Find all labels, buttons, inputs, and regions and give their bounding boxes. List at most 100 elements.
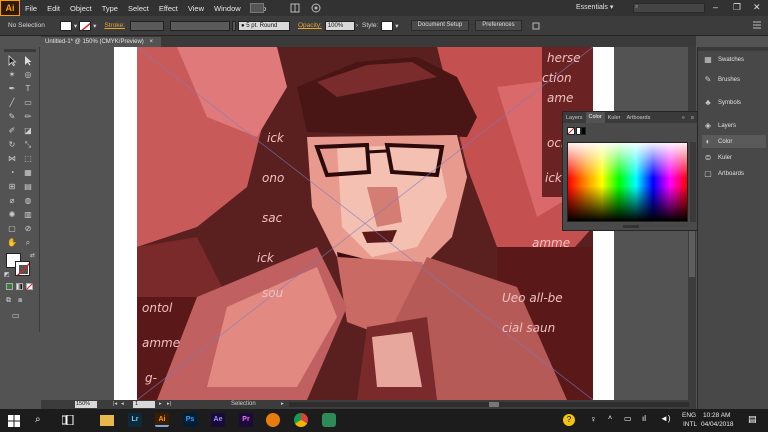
notifications-icon[interactable]: ▤ [748,414,757,425]
clock-date[interactable]: 04/04/2018 [701,421,734,428]
color-panel[interactable]: Layers Color Kuler Artboards » ≡ [562,111,698,231]
panel-scrollbar[interactable] [690,142,696,222]
lightroom-icon[interactable]: Lr [128,413,142,427]
menu-type[interactable]: Type [97,4,123,13]
color-mode-icon[interactable] [6,283,13,290]
artboard-number-field[interactable]: 1 [133,401,155,408]
illustrator-icon[interactable]: Ai [155,413,169,427]
chevron-down-icon[interactable]: ▾ [395,22,398,30]
volume-icon[interactable]: ◄) [660,414,671,423]
panel-menu-icon[interactable] [752,20,762,30]
menu-file[interactable]: File [20,4,42,13]
stroke-color-box[interactable] [15,261,30,276]
rotate-tool-icon[interactable]: ↻ [6,139,18,150]
artboard-nav-last[interactable]: ▸| [167,401,171,407]
help-icon[interactable]: ? [563,414,575,426]
scale-tool-icon[interactable]: ⤡ [22,139,34,150]
artboard-nav-first[interactable]: |◂ [113,401,117,407]
collapse-panel-icon[interactable]: » [679,115,688,121]
app-icon[interactable] [322,413,336,427]
panel-menu-icon[interactable]: ≡ [688,115,697,121]
network-icon[interactable]: ıl [642,414,646,423]
chevron-down-icon[interactable]: ▾ [74,22,77,30]
type-tool-icon[interactable]: T [22,83,34,94]
gradient-tool-icon[interactable]: ▤ [22,181,34,192]
blend-tool-icon[interactable]: ◍ [22,195,34,206]
current-tool-status[interactable]: Selection [231,401,256,407]
draw-inside-icon[interactable]: ⧈ [18,297,22,305]
stroke-swatch[interactable] [79,20,92,31]
symbol-sprayer-tool-icon[interactable]: ✺ [6,209,18,220]
blender-icon[interactable] [266,413,280,427]
dock-item-symbols[interactable]: ♣ Symbols [702,96,766,109]
artboard-tool-icon[interactable]: ▢ [6,223,18,234]
after-effects-icon[interactable]: Ae [211,413,225,427]
default-fill-stroke-icon[interactable]: ◩ [4,271,10,278]
preferences-button[interactable]: Preferences [475,20,522,31]
clock-time[interactable]: 10:28 AM [703,412,730,419]
language-indicator[interactable]: ENG [682,412,696,419]
photoshop-icon[interactable]: Ps [183,413,197,427]
gpu-performance-icon[interactable] [310,3,322,13]
menu-select[interactable]: Select [123,4,154,13]
premiere-icon[interactable]: Pr [239,413,253,427]
chevron-up-icon[interactable]: ˄ [608,415,612,422]
monitor-icon[interactable]: ▭ [624,414,632,423]
tab-layers[interactable]: Layers [563,115,586,121]
drawing-mode-icon[interactable]: ⧉ [6,297,11,305]
arrange-icon[interactable] [531,21,541,31]
opacity-field[interactable]: 100% [324,20,355,31]
keyboard-layout-indicator[interactable]: INTL [683,421,697,428]
close-tab-icon[interactable]: × [149,39,153,45]
slice-tool-icon[interactable]: ⊘ [22,223,34,234]
dock-item-kuler[interactable]: ⊜ Kuler [702,151,766,164]
line-segment-tool-icon[interactable]: ╱ [6,97,18,108]
dock-item-swatches[interactable]: ▦ Swatches [702,53,766,66]
direct-selection-tool-icon[interactable] [22,55,34,66]
chevron-right-icon[interactable]: › [356,22,358,29]
column-graph-tool-icon[interactable]: ▥ [22,209,34,220]
hand-tool-icon[interactable]: ✋ [6,237,18,248]
windows-start-icon[interactable] [8,415,20,427]
artboard-nav-prev[interactable]: ◂ [121,401,124,407]
none-mode-icon[interactable] [26,283,33,290]
eyedropper-tool-icon[interactable]: ⌀ [6,195,18,206]
file-explorer-icon[interactable] [100,415,114,426]
variable-width-profile[interactable] [169,20,230,31]
maximize-icon[interactable]: ❐ [733,2,741,13]
menu-view[interactable]: View [183,4,209,13]
horizontal-scrollbar[interactable] [289,402,689,407]
dock-item-brushes[interactable]: ✎ Brushes [702,73,766,86]
selection-tool-icon[interactable] [6,55,18,67]
menu-object[interactable]: Object [65,4,97,13]
free-transform-tool-icon[interactable]: ⬚ [22,153,34,164]
gradient-mode-icon[interactable] [16,283,23,290]
eraser-tool-icon[interactable]: ◪ [22,125,34,136]
task-view-icon[interactable] [61,414,74,426]
menu-edit[interactable]: Edit [42,4,65,13]
menu-window[interactable]: Window [209,4,246,13]
minimize-icon[interactable]: – [713,2,718,12]
dock-item-color[interactable]: ◐ Color [702,135,766,148]
screen-mode-icon[interactable]: ▭ [12,311,20,320]
lasso-tool-icon[interactable]: ◎ [22,69,34,80]
panel-grip[interactable] [4,49,36,52]
pencil-tool-icon[interactable]: ✏ [22,111,34,122]
workspace-switcher[interactable]: Essentials ▾ [576,3,613,11]
dock-item-layers[interactable]: ◈ Layers [702,119,766,132]
panel-resize-grip[interactable] [623,225,639,228]
shape-builder-tool-icon[interactable]: ◔ [6,167,18,178]
dock-header[interactable] [698,47,768,51]
tab-color[interactable]: Color [585,112,605,123]
search-icon[interactable]: ⌕ [35,414,41,425]
dock-item-artboards[interactable]: ▢ Artboards [702,167,766,180]
color-spectrum[interactable] [567,142,688,222]
chrome-icon[interactable] [294,413,308,427]
tab-artboards[interactable]: Artboards [624,115,654,121]
blob-brush-tool-icon[interactable]: ✐ [6,125,18,136]
horizontal-scroll-thumb[interactable] [489,402,499,407]
width-tool-icon[interactable]: ⋈ [6,153,18,164]
chevron-down-icon[interactable]: ▾ [93,22,96,30]
panel-fill-swatch[interactable] [567,127,575,135]
rectangle-tool-icon[interactable]: ▭ [22,97,34,108]
